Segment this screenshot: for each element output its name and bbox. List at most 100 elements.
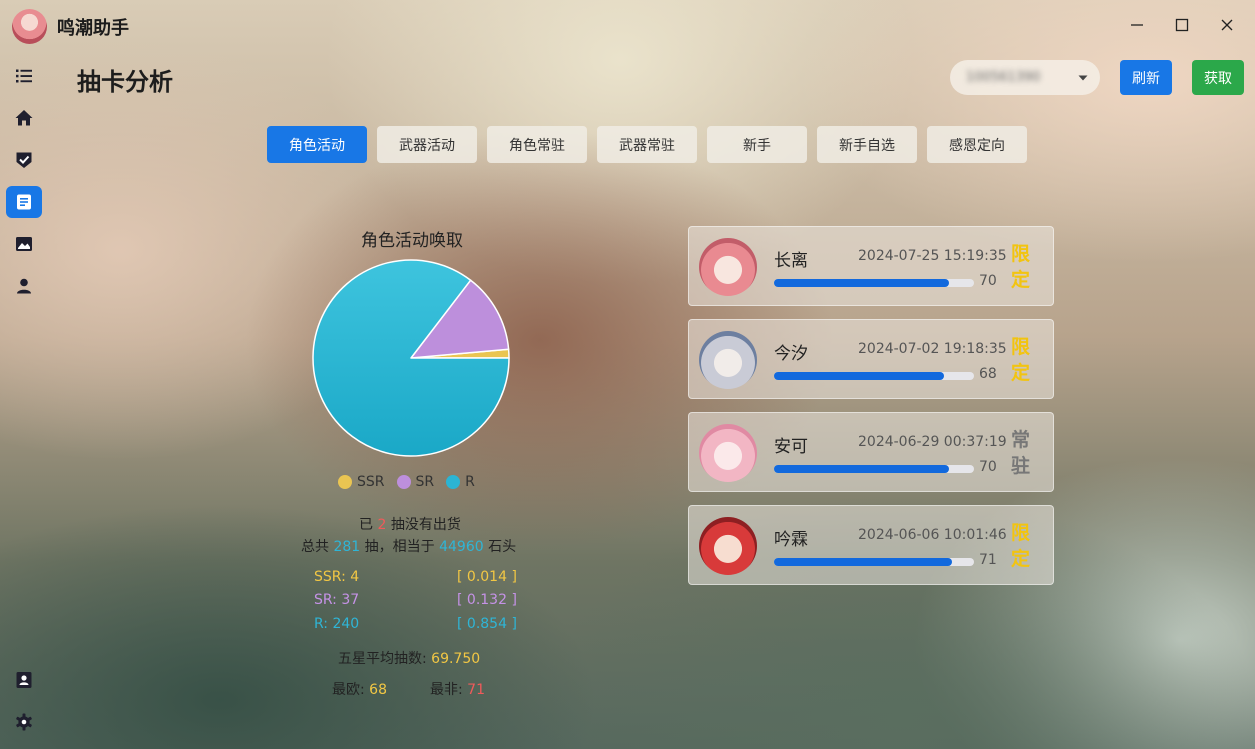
- maximize-icon: [1175, 18, 1189, 32]
- document-icon: [17, 194, 31, 210]
- pity-progress-fill: [774, 465, 949, 473]
- uid-select[interactable]: 100561390: [950, 60, 1100, 95]
- legend-item-sr[interactable]: SR: [396, 474, 435, 490]
- chevron-down-icon: [1078, 75, 1088, 81]
- pity-progress-bar: [774, 279, 974, 287]
- pity-progress-bar: [774, 558, 974, 566]
- tab-character-event[interactable]: 角色活动: [267, 126, 367, 163]
- pity-progress-fill: [774, 558, 952, 566]
- pity-progress-fill: [774, 372, 944, 380]
- tab-character-standard[interactable]: 角色常驻: [487, 126, 587, 163]
- banner-tag: 限定: [1011, 336, 1031, 384]
- r-rate: [ 0.854 ]: [457, 616, 517, 632]
- character-name: 吟霖: [774, 530, 808, 550]
- avatar: [699, 331, 757, 389]
- sidebar-item-tasks[interactable]: [6, 144, 42, 176]
- pull-card[interactable]: 安可 2024-06-29 00:37:19 70 常驻: [688, 412, 1054, 492]
- pull-card[interactable]: 今汐 2024-07-02 19:18:35 68 限定: [688, 319, 1054, 399]
- pity-count: 2: [377, 517, 387, 533]
- ssr-count: SSR: 4: [314, 569, 360, 585]
- pity-count: 71: [979, 552, 997, 568]
- pity-suffix: 抽没有出货: [390, 517, 461, 533]
- pie-chart: [310, 257, 512, 459]
- legend-label-r: R: [465, 474, 475, 490]
- minimize-icon: [1131, 24, 1143, 26]
- shield-check-icon: [16, 152, 32, 168]
- worst-label: 最非:: [430, 682, 463, 698]
- legend-item-ssr[interactable]: SSR: [338, 474, 385, 490]
- sidebar-item-settings[interactable]: [6, 706, 42, 738]
- best-label: 最欧:: [332, 682, 365, 698]
- page-title: 抽卡分析: [77, 68, 173, 96]
- maximize-button[interactable]: [1169, 12, 1195, 38]
- average-label: 五星平均抽数:: [338, 651, 427, 667]
- tab-thanksgiving[interactable]: 感恩定向: [927, 126, 1027, 163]
- tab-beginner[interactable]: 新手: [707, 126, 807, 163]
- banner-tag: 常驻: [1011, 429, 1031, 477]
- worst-pulls: 最非: 71: [430, 679, 485, 699]
- image-icon: [16, 237, 32, 251]
- avatar: [699, 238, 757, 296]
- pity-count: 70: [979, 273, 997, 289]
- close-button[interactable]: [1214, 12, 1240, 38]
- app-title: 鸣潮助手: [57, 18, 129, 39]
- sidebar-item-account[interactable]: [6, 270, 42, 302]
- pull-card[interactable]: 长离 2024-07-25 15:19:35 70 限定: [688, 226, 1054, 306]
- tab-weapon-standard[interactable]: 武器常驻: [597, 126, 697, 163]
- sr-count: SR: 37: [314, 592, 360, 608]
- chart-legend: SSR SR R: [338, 472, 487, 492]
- chart-title: 角色活动唤取: [361, 231, 463, 251]
- close-icon: [1221, 19, 1233, 31]
- pull-time: 2024-07-25 15:19:35: [858, 248, 1007, 264]
- pull-time: 2024-06-06 10:01:46: [858, 527, 1007, 543]
- pity-progress-fill: [774, 279, 949, 287]
- pity-prefix: 已: [359, 517, 373, 533]
- legend-dot-ssr: [338, 475, 352, 489]
- average-value: 69.750: [431, 651, 481, 667]
- home-icon: [15, 110, 33, 126]
- total-suffix: 石头: [488, 539, 517, 555]
- contact-card-icon: [16, 672, 32, 688]
- app-logo: [12, 9, 47, 44]
- avatar: [699, 424, 757, 482]
- uid-value: 100561390: [966, 70, 1041, 85]
- minimize-button[interactable]: [1124, 12, 1150, 38]
- legend-dot-sr: [396, 475, 411, 489]
- avatar: [699, 517, 757, 575]
- sidebar-item-gallery[interactable]: [6, 228, 42, 260]
- legend-dot-r: [446, 475, 461, 489]
- total-pulls: 281: [333, 539, 361, 555]
- average-pulls: 五星平均抽数: 69.750: [338, 648, 480, 668]
- pull-card[interactable]: 吟霖 2024-06-06 10:01:46 71 限定: [688, 505, 1054, 585]
- sidebar-item-gacha-analysis[interactable]: [6, 186, 42, 218]
- best-pulls: 最欧: 68: [332, 679, 387, 699]
- title-bar: 鸣潮助手: [0, 0, 1255, 52]
- banner-tag: 限定: [1011, 243, 1031, 291]
- banner-tag: 限定: [1011, 522, 1031, 570]
- best-value: 68: [369, 682, 387, 698]
- tab-weapon-event[interactable]: 武器活动: [377, 126, 477, 163]
- sidebar-item-menu[interactable]: [6, 60, 42, 92]
- character-name: 今汐: [774, 344, 808, 364]
- settings-icon: [16, 713, 32, 731]
- character-name: 长离: [774, 251, 808, 271]
- list-icon: [16, 69, 32, 83]
- pull-time: 2024-06-29 00:37:19: [858, 434, 1007, 450]
- legend-item-r[interactable]: R: [446, 474, 475, 490]
- pity-progress-bar: [774, 372, 974, 380]
- sidebar-item-profile[interactable]: [6, 664, 42, 696]
- legend-label-ssr: SSR: [357, 474, 385, 490]
- fetch-button[interactable]: 获取: [1192, 60, 1244, 95]
- pity-count: 68: [979, 366, 997, 382]
- total-prefix: 总共: [301, 539, 329, 555]
- pity-count: 70: [979, 459, 997, 475]
- tab-beginner-selector[interactable]: 新手自选: [817, 126, 917, 163]
- pull-time: 2024-07-02 19:18:35: [858, 341, 1007, 357]
- sidebar-item-home[interactable]: [6, 102, 42, 134]
- user-icon: [17, 278, 31, 294]
- pity-summary: 已 2 抽没有出货: [359, 514, 461, 534]
- sr-rate: [ 0.132 ]: [457, 592, 517, 608]
- worst-value: 71: [467, 682, 485, 698]
- refresh-button[interactable]: 刷新: [1120, 60, 1172, 95]
- legend-label-sr: SR: [415, 474, 435, 490]
